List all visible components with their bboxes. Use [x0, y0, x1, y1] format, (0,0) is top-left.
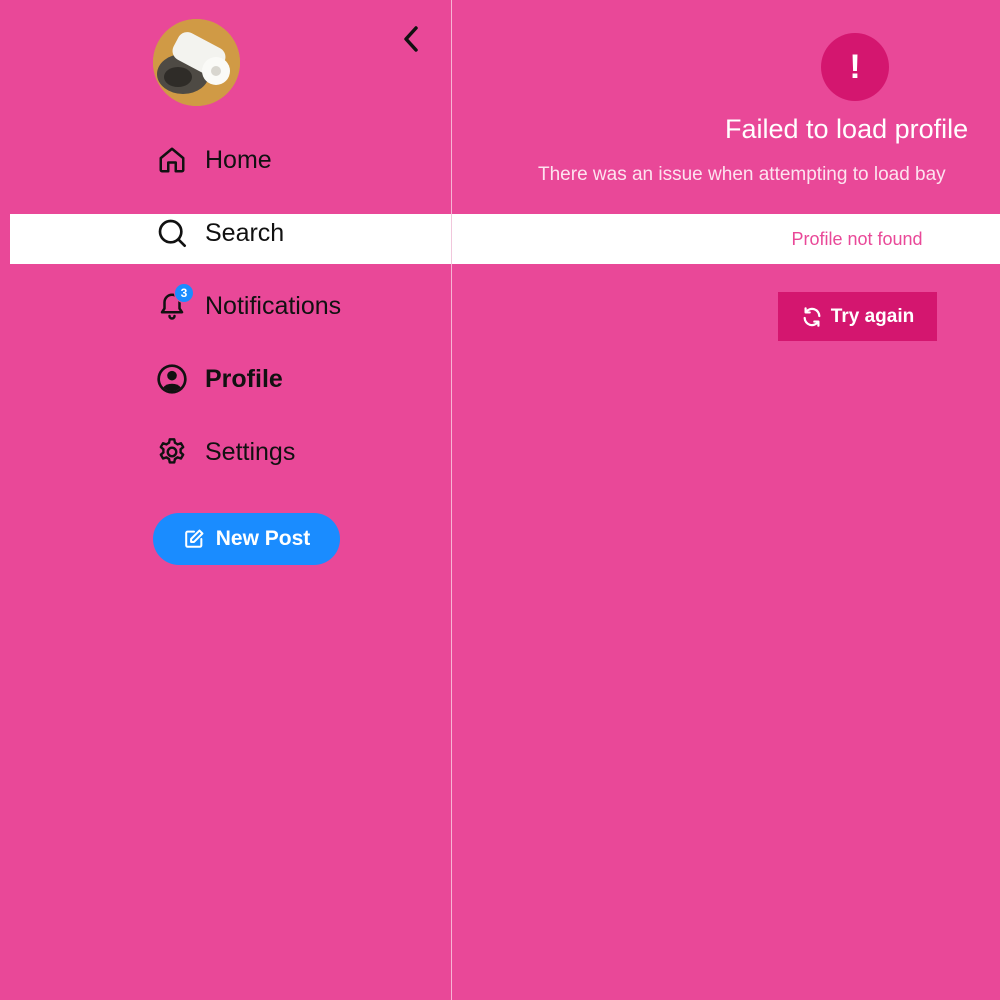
- avatar[interactable]: [153, 19, 240, 106]
- notification-badge: 3: [174, 283, 194, 303]
- error-detail: Profile not found: [791, 228, 923, 249]
- sidebar-item-home[interactable]: Home: [155, 140, 272, 180]
- error-icon: !: [821, 33, 889, 101]
- collapse-sidebar-button[interactable]: [396, 22, 426, 56]
- sidebar-item-label: Home: [205, 145, 272, 174]
- refresh-icon: [803, 306, 821, 327]
- home-icon: [155, 143, 189, 177]
- sidebar-item-settings[interactable]: Settings: [155, 432, 295, 472]
- sidebar-item-notifications[interactable]: 3 Notifications: [155, 283, 342, 326]
- try-again-label: Try again: [830, 305, 915, 327]
- sidebar-item-search[interactable]: Search: [155, 213, 284, 253]
- new-post-label: New Post: [215, 527, 311, 550]
- column-divider: [451, 0, 452, 1000]
- edit-icon: [184, 529, 204, 548]
- search-icon: [155, 216, 189, 250]
- chevron-left-icon: [404, 26, 418, 52]
- try-again-button[interactable]: Try again: [778, 292, 937, 341]
- new-post-button[interactable]: New Post: [153, 513, 340, 565]
- bell-icon: 3: [155, 283, 194, 323]
- sidebar-item-profile[interactable]: Profile: [155, 359, 283, 399]
- sidebar-item-label: Settings: [205, 437, 296, 466]
- sidebar-item-label: Search: [205, 218, 285, 247]
- gear-icon: [155, 435, 189, 469]
- sidebar-item-label: Notifications: [205, 291, 342, 320]
- error-description: There was an issue when attempting to lo…: [538, 164, 946, 185]
- sidebar-item-label: Profile: [205, 364, 283, 393]
- error-title: Failed to load profile: [725, 114, 969, 144]
- error-icon-glyph: !: [849, 47, 861, 86]
- user-circle-icon: [155, 362, 189, 396]
